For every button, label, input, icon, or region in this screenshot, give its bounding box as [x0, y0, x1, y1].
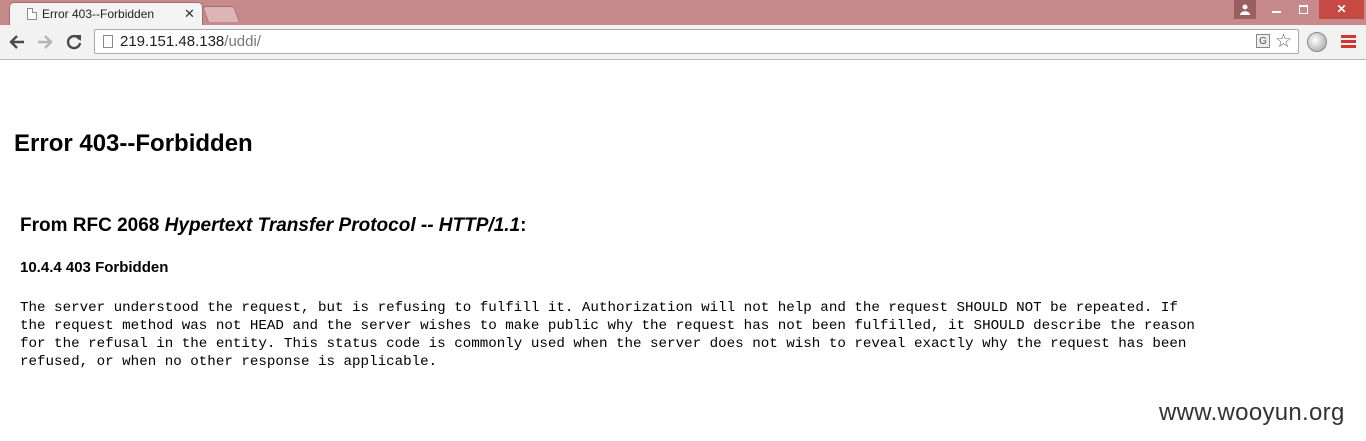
close-window-button[interactable]: ✕ — [1319, 0, 1364, 19]
restore-button[interactable] — [1290, 0, 1317, 19]
url-host: 219.151.48.138 — [120, 33, 225, 50]
tab-close-icon[interactable]: ✕ — [184, 6, 195, 22]
rfc-protocol-name: Hypertext Transfer Protocol -- HTTP/1.1 — [164, 215, 521, 236]
page-title: Error 403--Forbidden — [14, 130, 253, 157]
extension-globe-icon[interactable] — [1307, 32, 1327, 52]
url-text[interactable]: 219.151.48.138/uddi/ — [120, 33, 261, 50]
tab-title: Error 403--Forbidden — [42, 7, 155, 21]
restore-icon — [1299, 5, 1308, 15]
back-arrow-icon — [9, 35, 24, 49]
reload-button[interactable] — [63, 31, 85, 53]
page-icon — [103, 35, 113, 48]
section-heading: 10.4.4 403 Forbidden — [20, 259, 169, 276]
menu-icon[interactable] — [1341, 35, 1356, 50]
rfc-suffix: : — [520, 215, 527, 236]
url-path: /uddi/ — [224, 33, 261, 50]
error-description: The server understood the request, but i… — [20, 300, 1195, 370]
minimize-icon — [1272, 10, 1281, 13]
address-bar[interactable]: 219.151.48.138/uddi/ G ☆ — [94, 29, 1299, 54]
page-content: Error 403--Forbidden From RFC 2068 Hyper… — [0, 60, 1366, 441]
reload-icon — [66, 34, 82, 50]
forward-arrow-icon — [38, 35, 53, 49]
rfc-prefix: From RFC 2068 — [20, 215, 165, 236]
window-titlebar: Error 403--Forbidden ✕ ✕ — [0, 0, 1366, 25]
browser-toolbar: 219.151.48.138/uddi/ G ☆ — [0, 25, 1366, 60]
back-button[interactable] — [6, 31, 28, 53]
watermark: www.wooyun.org — [1159, 399, 1345, 426]
rfc-heading: From RFC 2068 Hypertext Transfer Protoco… — [20, 215, 526, 237]
browser-tab-active[interactable]: Error 403--Forbidden ✕ — [9, 2, 203, 25]
user-profile-icon[interactable] — [1234, 0, 1256, 19]
page-icon — [27, 8, 37, 20]
minimize-button[interactable] — [1263, 0, 1290, 19]
translate-icon[interactable]: G — [1256, 34, 1270, 48]
forward-button[interactable] — [34, 31, 56, 53]
star-icon[interactable]: ☆ — [1275, 30, 1292, 53]
new-tab-button[interactable] — [202, 6, 240, 22]
